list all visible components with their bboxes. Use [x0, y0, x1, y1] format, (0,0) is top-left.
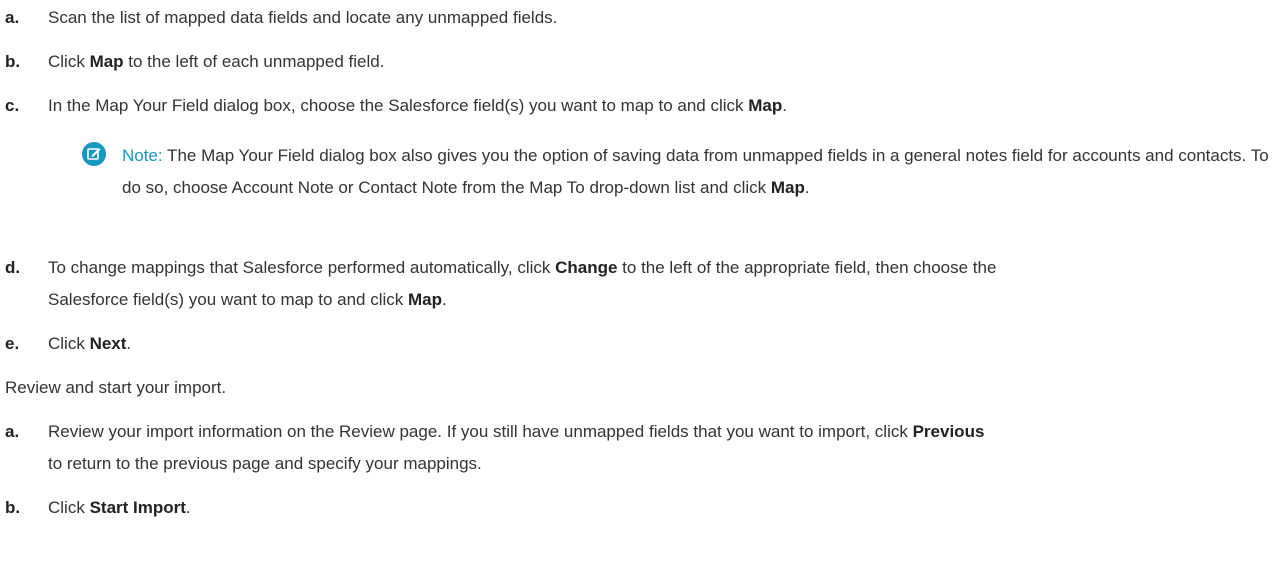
- step-text-part: Salesforce field(s) you want to map to a…: [48, 290, 408, 309]
- step-letter: e.: [5, 334, 20, 353]
- step-letter: a.: [5, 422, 20, 441]
- step-text-line1: To change mappings that Salesforce perfo…: [48, 256, 996, 280]
- step-text-part: Click: [48, 52, 90, 71]
- step-text-line1: Review your import information on the Re…: [48, 420, 984, 444]
- step-text: Scan the list of mapped data fields and …: [48, 6, 557, 30]
- step-text-part: .: [126, 334, 132, 353]
- step-letter: b.: [5, 52, 21, 71]
- section-intro: Review and start your import.: [5, 378, 227, 397]
- step-text-part: .: [442, 290, 447, 309]
- step-text: Click Map to the left of each unmapped f…: [48, 50, 384, 74]
- bold-term: Change: [555, 258, 618, 277]
- note-body: Note: The Map Your Field dialog box also…: [122, 140, 1280, 204]
- step-text-part: Review your import information on the Re…: [48, 422, 913, 441]
- note-post: .: [804, 178, 810, 197]
- note-label: Note:: [122, 146, 163, 165]
- bold-term: Start Import: [89, 498, 186, 517]
- bold-term: Map: [408, 290, 442, 309]
- step-letter: b.: [5, 498, 21, 517]
- step-text-part: to the left of the appropriate field, th…: [617, 258, 997, 277]
- step-text-part: In the Map Your Field dialog box, choose…: [48, 96, 749, 115]
- step-text: Click Start Import.: [48, 496, 191, 520]
- step-text-part: Click: [48, 334, 90, 353]
- step-text-part: .: [782, 96, 787, 115]
- step-text-part: To change mappings that Salesforce perfo…: [48, 258, 556, 277]
- bold-term: Map: [748, 96, 783, 115]
- bold-term: Map: [89, 52, 124, 71]
- step-letter: a.: [5, 8, 20, 27]
- note-text: The Map Your Field dialog box also gives…: [122, 146, 1269, 197]
- step-text-part: Click: [48, 498, 90, 517]
- step-text-part: to the left of each unmapped field.: [123, 52, 385, 71]
- bold-term: Next: [89, 334, 127, 353]
- step-text-part: Scan the list of mapped data fields and …: [48, 8, 558, 27]
- step-text-line2: to return to the previous page and speci…: [48, 454, 482, 473]
- step-text: Click Next.: [48, 332, 131, 356]
- step-text: In the Map Your Field dialog box, choose…: [48, 94, 787, 118]
- edit-note-icon: [82, 142, 106, 166]
- bold-term: Previous: [912, 422, 985, 441]
- step-letter: d.: [5, 258, 21, 277]
- step-text-line2: Salesforce field(s) you want to map to a…: [48, 288, 447, 312]
- bold-term: Map: [770, 178, 805, 197]
- step-text-part: .: [185, 498, 191, 517]
- step-letter: c.: [5, 96, 20, 115]
